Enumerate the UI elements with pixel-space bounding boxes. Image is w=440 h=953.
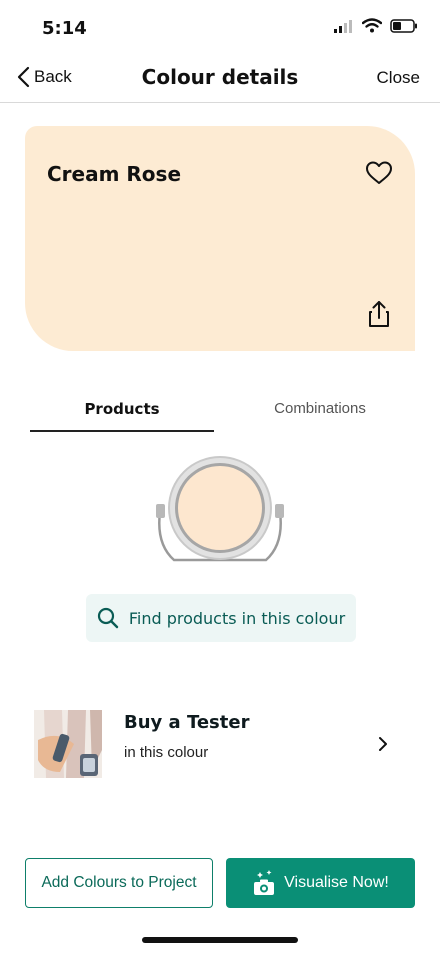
heart-icon[interactable] bbox=[365, 160, 393, 186]
battery-icon bbox=[390, 18, 417, 33]
page-title: Colour details bbox=[141, 65, 299, 89]
colour-name: Cream Rose bbox=[47, 162, 182, 186]
tab-combinations[interactable]: Combinations bbox=[240, 400, 400, 430]
paint-tin-image bbox=[156, 456, 284, 562]
share-icon[interactable] bbox=[367, 300, 391, 328]
chevron-right-icon bbox=[379, 737, 387, 751]
wifi-icon bbox=[362, 18, 382, 33]
tester-title: Buy a Tester bbox=[124, 712, 250, 733]
find-products-label: Find products in this colour bbox=[128, 608, 346, 628]
home-indicator bbox=[142, 937, 298, 943]
status-bar: 5:14 bbox=[0, 0, 440, 56]
visualise-label: Visualise Now! bbox=[284, 874, 389, 891]
signal-icon bbox=[334, 19, 352, 33]
status-icons bbox=[334, 18, 418, 33]
tab-products[interactable]: Products bbox=[30, 400, 214, 432]
visualise-now-button[interactable]: Visualise Now! bbox=[226, 858, 415, 908]
add-colours-to-project-button[interactable]: Add Colours to Project bbox=[25, 858, 213, 908]
nav-bar: Back Colour details Close bbox=[0, 56, 440, 103]
find-products-button[interactable]: Find products in this colour bbox=[86, 594, 356, 642]
tab-bar: Products Combinations bbox=[30, 400, 410, 432]
colour-swatch-card: Cream Rose bbox=[25, 126, 415, 351]
tester-thumbnail bbox=[34, 710, 102, 778]
camera-sparkle-icon bbox=[254, 870, 275, 895]
buy-tester-row[interactable]: Buy a Tester in this colour bbox=[0, 700, 440, 790]
tester-subtitle: in this colour bbox=[124, 744, 209, 761]
close-button[interactable]: Close bbox=[377, 68, 420, 88]
status-time: 5:14 bbox=[42, 18, 87, 39]
search-icon bbox=[97, 607, 119, 629]
